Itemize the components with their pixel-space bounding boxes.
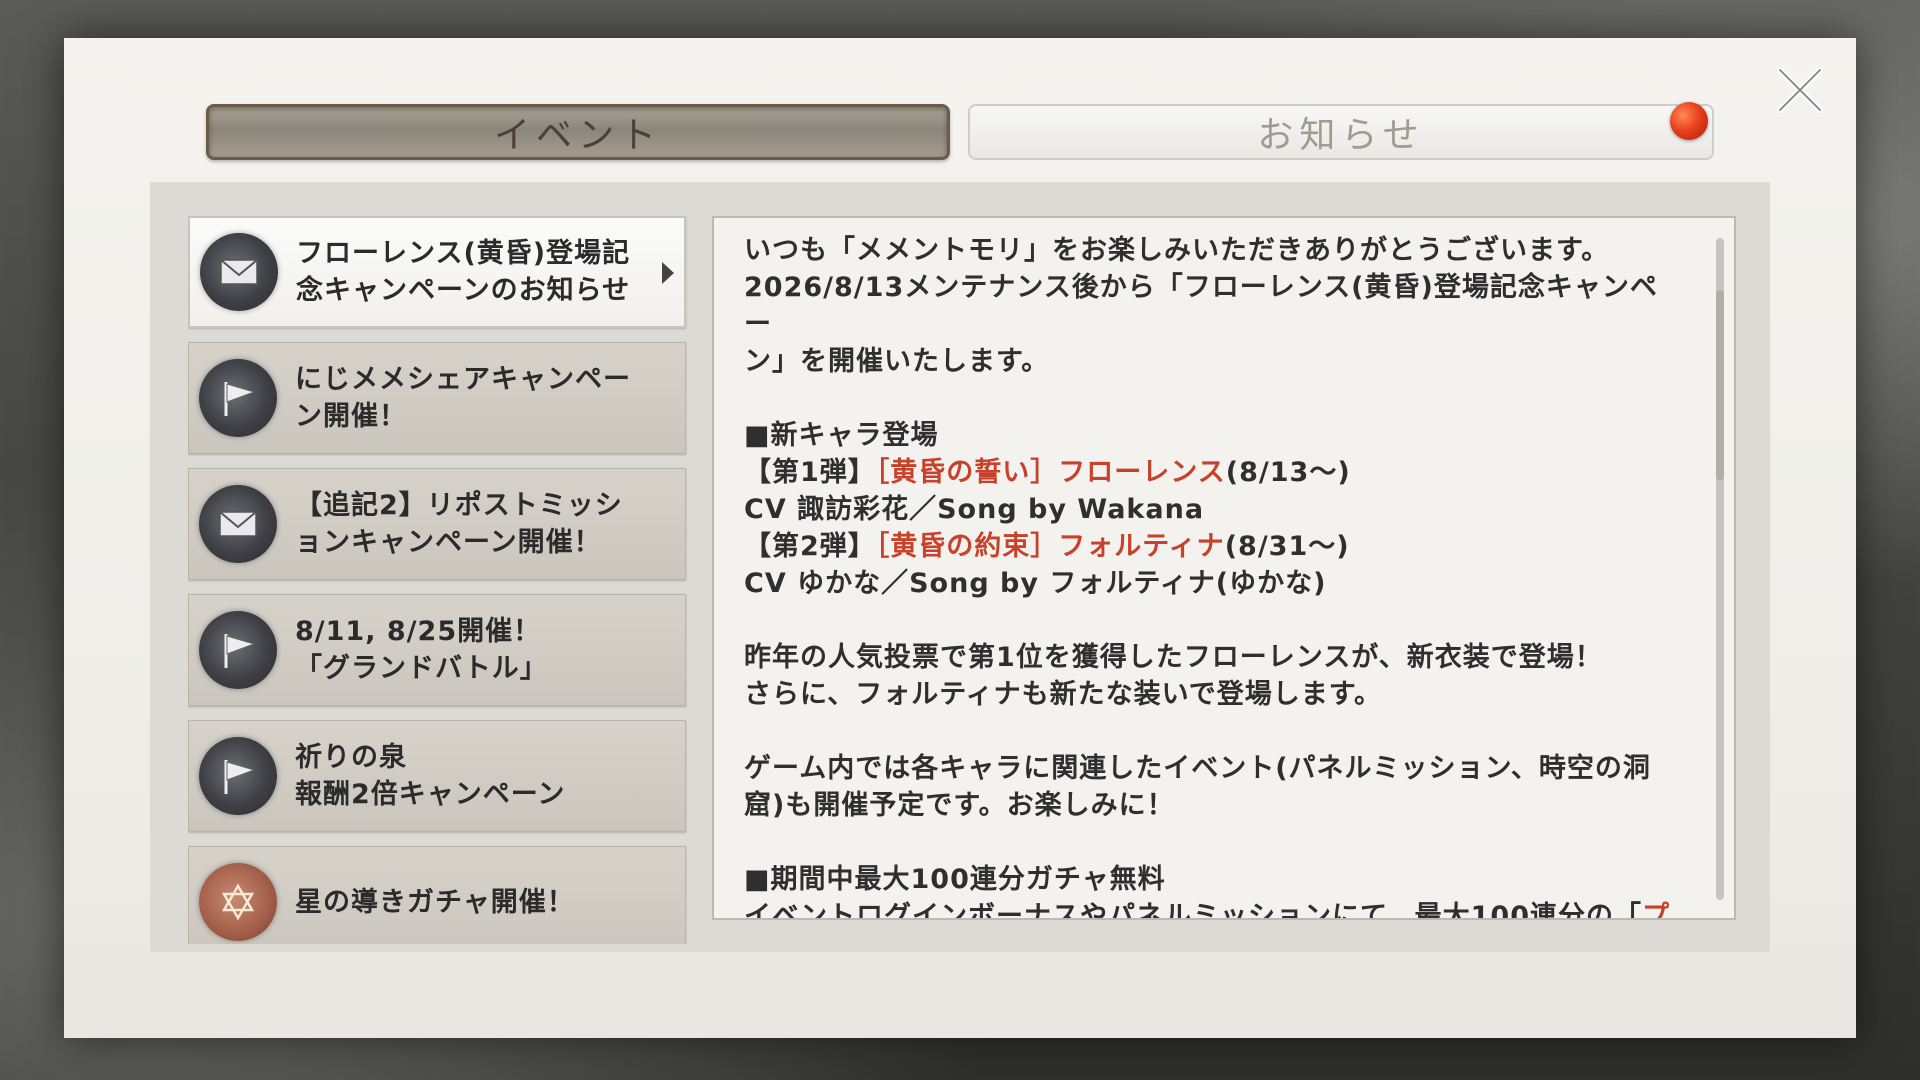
article-text: ン」を開催いたします。 (744, 346, 1050, 377)
tab-event-label: イベント (493, 115, 662, 156)
article-text: 窟)も開催予定です。お楽しみに！ (744, 790, 1175, 821)
list-item[interactable]: 星の導きガチャ開催！ (188, 846, 686, 944)
flag-icon (199, 611, 277, 689)
flag-icon (199, 737, 277, 815)
list-item-label: フローレンス(黄昏)登場記 念キャンペーンのお知らせ (296, 238, 631, 306)
star-of-david-icon (199, 863, 277, 941)
voice-credit: CV ゆかな／Song by フォルティナ(ゆかな) (744, 568, 1327, 599)
envelope-icon (199, 485, 277, 563)
list-item-label: 祈りの泉 報酬2倍キャンペーン (295, 742, 566, 810)
article-text: ゲーム内では各キャラに関連したイベント(パネルミッション、時空の洞 (744, 753, 1651, 784)
character-name: ［黄昏の約束］フォルティナ (875, 531, 1225, 562)
tab-notice[interactable]: お知らせ (968, 104, 1714, 160)
flag-icon (199, 359, 277, 437)
close-button[interactable] (1770, 60, 1830, 120)
article-body: いつも「メメントモリ」をお楽しみいただきありがとうございます。 2026/8/1… (744, 232, 1684, 920)
section-heading: ■新キャラ登場 (744, 420, 939, 451)
list-item[interactable]: フローレンス(黄昏)登場記 念キャンペーンのお知らせ (188, 216, 686, 328)
character-date: (8/13～) (1225, 457, 1351, 488)
close-icon (1777, 67, 1823, 113)
article-text: さらに、フォルティナも新たな装いで登場します。 (744, 679, 1383, 710)
character-line: 【第1弾】［黄昏の誓い］フローレンス(8/13～) (744, 454, 1684, 491)
list-item[interactable]: 【追記2】リポストミッシ ョンキャンペーン開催！ (188, 468, 686, 580)
list-item[interactable]: 祈りの泉 報酬2倍キャンペーン (188, 720, 686, 832)
character-label: 【第1弾】 (744, 457, 876, 488)
list-item[interactable]: 8/11, 8/25開催！ 「グランドバトル」 (188, 594, 686, 706)
list-item[interactable]: にじメメシェアキャンペー ン開催！ (188, 342, 686, 454)
section-heading: ■期間中最大100連分ガチャ無料 (744, 864, 1166, 895)
tab-notice-label: お知らせ (1257, 115, 1425, 156)
article-text: 2026/8/13メンテナンス後から「フローレンス(黄昏)登場記念キャンペー (744, 272, 1658, 340)
voice-credit: CV 諏訪彩花／Song by Wakana (744, 494, 1205, 525)
envelope-icon (200, 233, 278, 311)
character-line: 【第2弾】［黄昏の約束］フォルティナ(8/31～) (744, 528, 1684, 565)
notification-badge (1670, 102, 1708, 140)
list-item-label: にじメメシェアキャンペー ン開催！ (295, 364, 631, 432)
article-scroll-thumb[interactable] (1716, 290, 1724, 480)
article-text-highlight: プ (1642, 901, 1671, 920)
article-text: いつも「メメントモリ」をお楽しみいただきありがとうございます。 (744, 235, 1610, 266)
chevron-right-icon (662, 262, 674, 284)
article-text-segment: イベントログインボーナスやパネルミッションにて、最大100連分の「 (744, 901, 1643, 920)
list-item-label: 【追記2】リポストミッシ ョンキャンペーン開催！ (295, 490, 623, 558)
article-text: 昨年の人気投票で第1位を獲得したフローレンスが、新衣装で登場！ (744, 642, 1603, 673)
character-name: ［黄昏の誓い］フローレンス (875, 457, 1226, 488)
tab-event[interactable]: イベント (206, 104, 950, 160)
character-date: (8/31～) (1224, 531, 1350, 562)
article-text: イベントログインボーナスやパネルミッションにて、最大100連分の「プ (744, 898, 1684, 920)
list-item-label: 星の導きガチャ開催！ (295, 886, 575, 918)
article-panel[interactable]: いつも「メメントモリ」をお楽しみいただきありがとうございます。 2026/8/1… (712, 216, 1736, 920)
event-list: フローレンス(黄昏)登場記 念キャンペーンのお知らせ にじメメシェアキャンペー … (188, 216, 688, 944)
character-label: 【第2弾】 (744, 531, 876, 562)
list-item-label: 8/11, 8/25開催！ 「グランドバトル」 (295, 616, 548, 684)
